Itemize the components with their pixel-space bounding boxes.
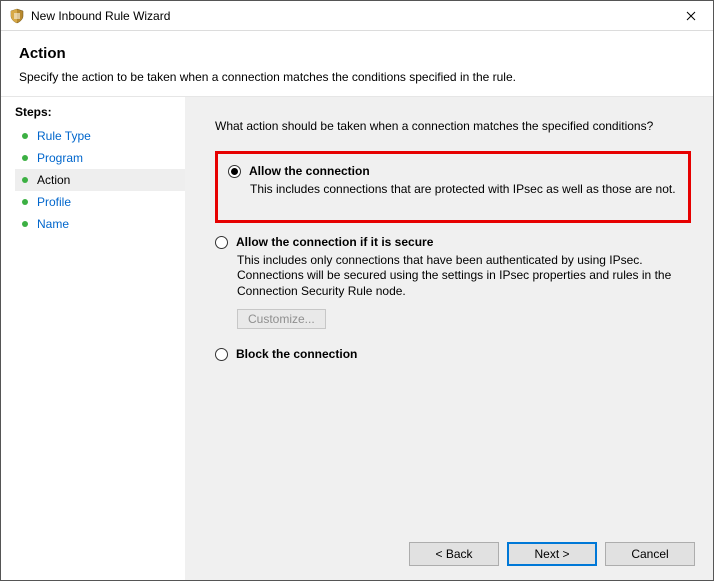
header: Action Specify the action to be taken wh… (1, 31, 713, 97)
step-label: Name (37, 217, 69, 231)
next-button[interactable]: Next > (507, 542, 597, 566)
back-button[interactable]: < Back (409, 542, 499, 566)
step-label: Action (37, 173, 70, 187)
bullet-icon (21, 132, 29, 140)
window-title: New Inbound Rule Wizard (31, 9, 663, 23)
customize-button: Customize... (237, 309, 326, 329)
main-pane: What action should be taken when a conne… (185, 97, 713, 580)
option-label: Allow the connection if it is secure (236, 235, 433, 249)
body: Steps: Rule Type Program Action (1, 97, 713, 580)
app-icon (9, 8, 25, 24)
step-label: Profile (37, 195, 71, 209)
steps-label: Steps: (15, 105, 185, 119)
option-label: Allow the connection (249, 164, 370, 178)
step-label: Program (37, 151, 83, 165)
option-label: Block the connection (236, 347, 357, 361)
option-desc: This includes only connections that have… (237, 253, 691, 300)
bullet-icon (21, 176, 29, 184)
step-rule-type[interactable]: Rule Type (15, 125, 185, 147)
step-label: Rule Type (37, 129, 91, 143)
cancel-button[interactable]: Cancel (605, 542, 695, 566)
highlight-box: Allow the connection This includes conne… (215, 151, 691, 223)
option-allow-secure[interactable]: Allow the connection if it is secure (215, 235, 691, 249)
page-subtitle: Specify the action to be taken when a co… (19, 70, 695, 84)
prompt-text: What action should be taken when a conne… (215, 119, 691, 133)
step-profile[interactable]: Profile (15, 191, 185, 213)
step-action[interactable]: Action (15, 169, 185, 191)
radio-block[interactable] (215, 348, 228, 361)
content: What action should be taken when a conne… (185, 97, 713, 528)
radio-allow-secure[interactable] (215, 236, 228, 249)
button-row: < Back Next > Cancel (185, 528, 713, 580)
bullet-icon (21, 154, 29, 162)
bullet-icon (21, 220, 29, 228)
radio-allow[interactable] (228, 165, 241, 178)
step-program[interactable]: Program (15, 147, 185, 169)
close-button[interactable] (669, 1, 713, 31)
option-desc: This includes connections that are prote… (250, 182, 678, 198)
bullet-icon (21, 198, 29, 206)
step-name[interactable]: Name (15, 213, 185, 235)
option-block[interactable]: Block the connection (215, 347, 691, 361)
titlebar: New Inbound Rule Wizard (1, 1, 713, 31)
wizard-window: New Inbound Rule Wizard Action Specify t… (0, 0, 714, 581)
steps-pane: Steps: Rule Type Program Action (1, 97, 185, 580)
close-icon (686, 11, 696, 21)
page-title: Action (19, 45, 695, 62)
option-allow[interactable]: Allow the connection (228, 164, 678, 178)
